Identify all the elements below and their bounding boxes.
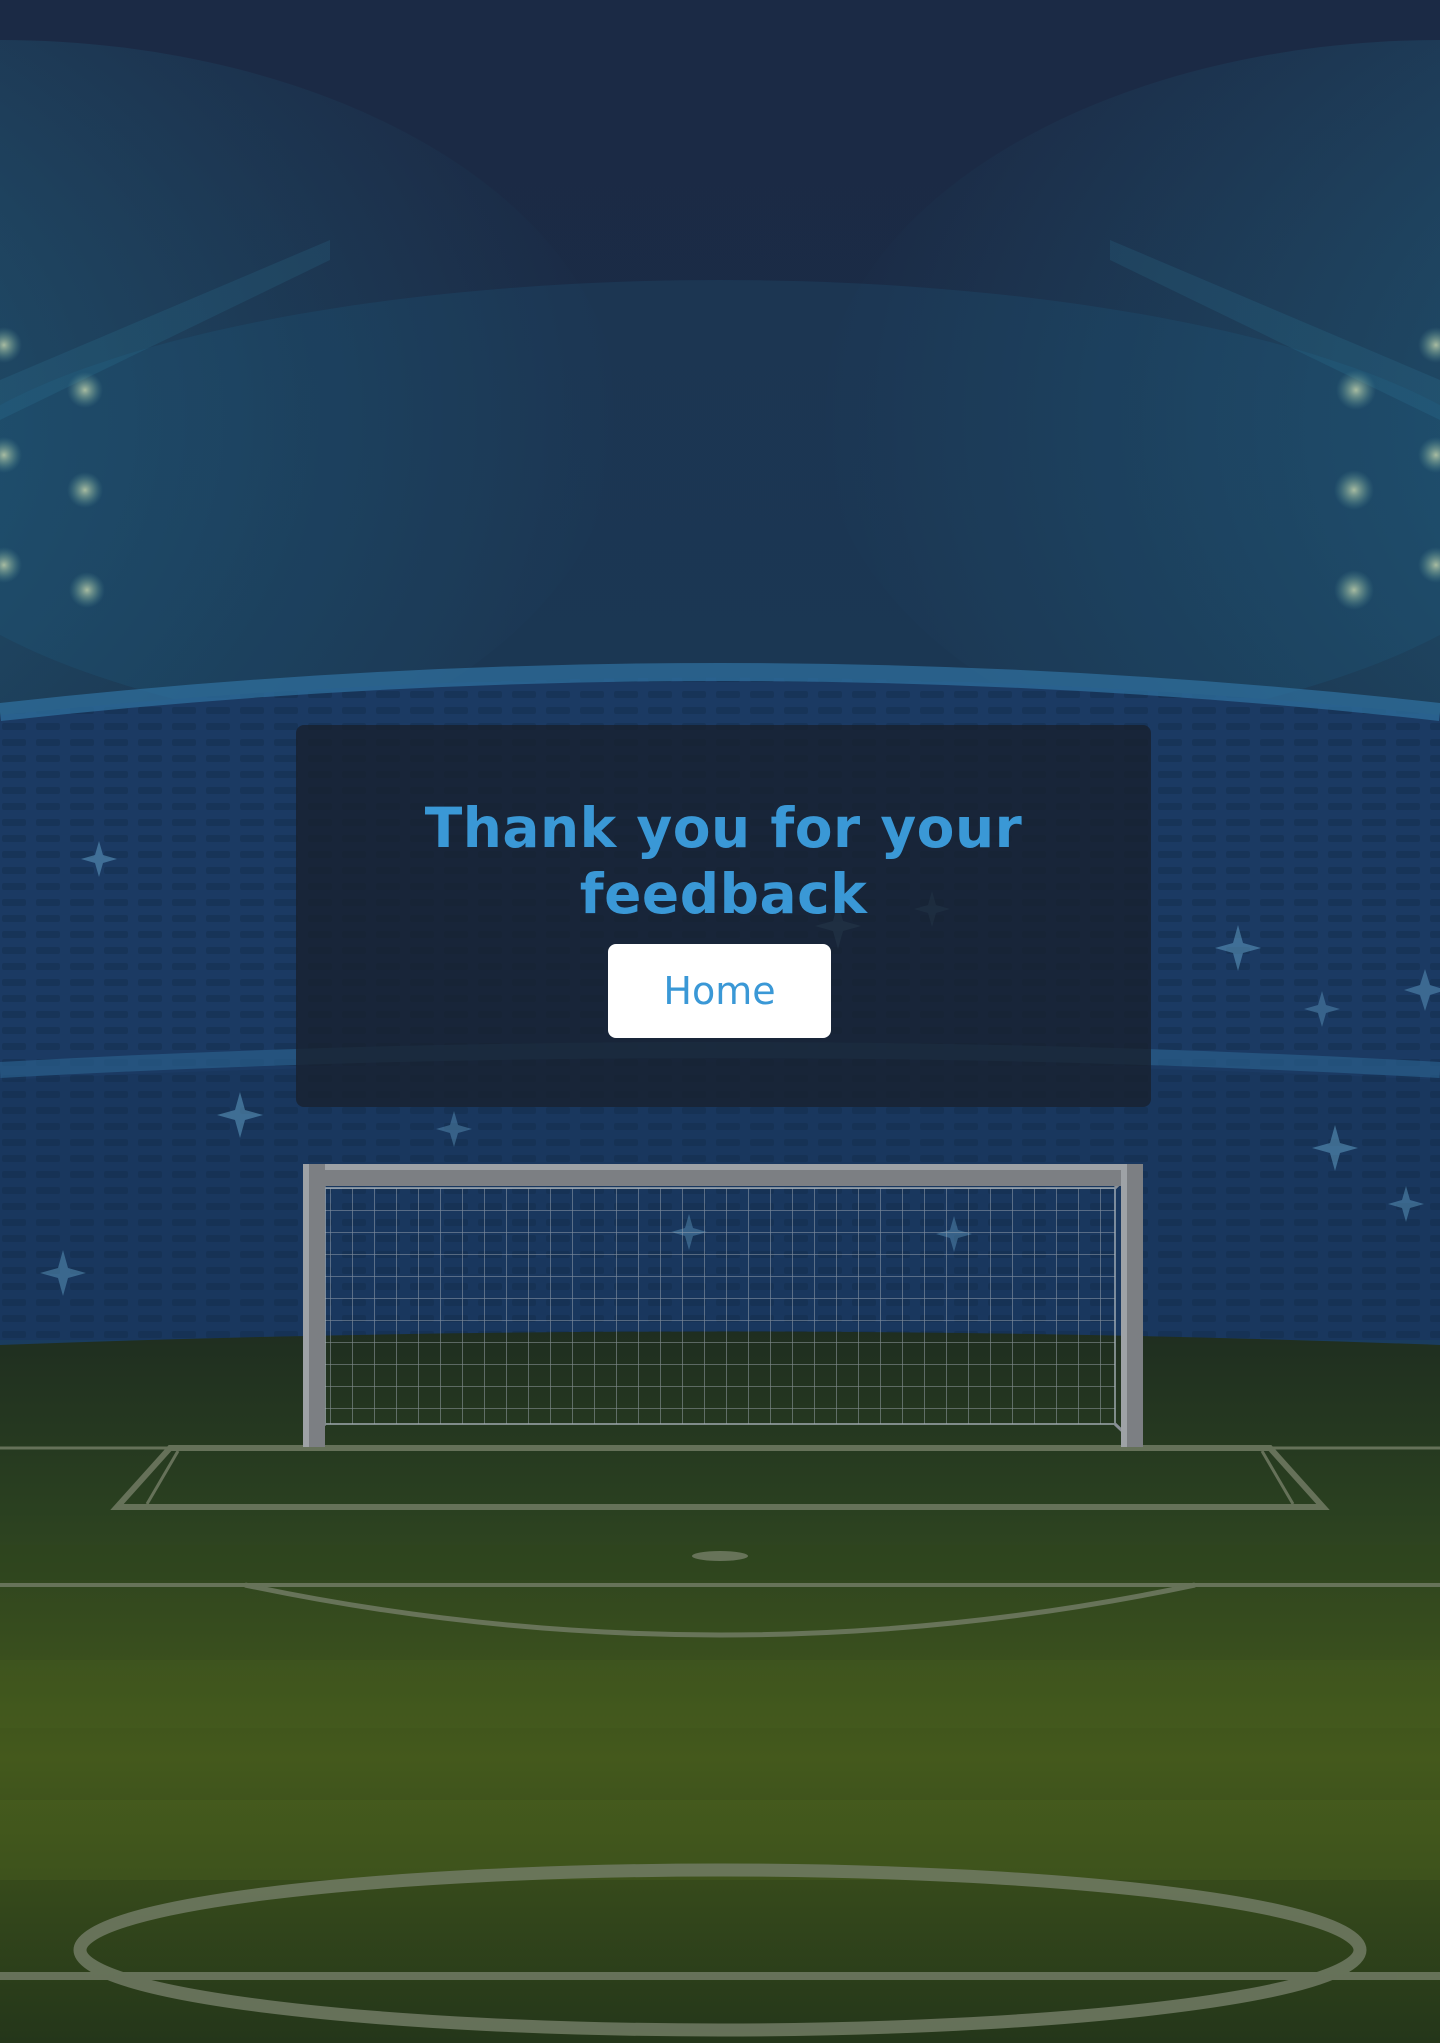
page-title: Thank you for your feedback	[424, 796, 1023, 926]
goal-post	[303, 1164, 1143, 1447]
football-pitch	[0, 1331, 1440, 2043]
home-button[interactable]: Home	[608, 944, 831, 1038]
page: Thank you for your feedback Home	[0, 0, 1440, 2043]
feedback-confirmation-dialog: Thank you for your feedback Home	[296, 725, 1151, 1107]
